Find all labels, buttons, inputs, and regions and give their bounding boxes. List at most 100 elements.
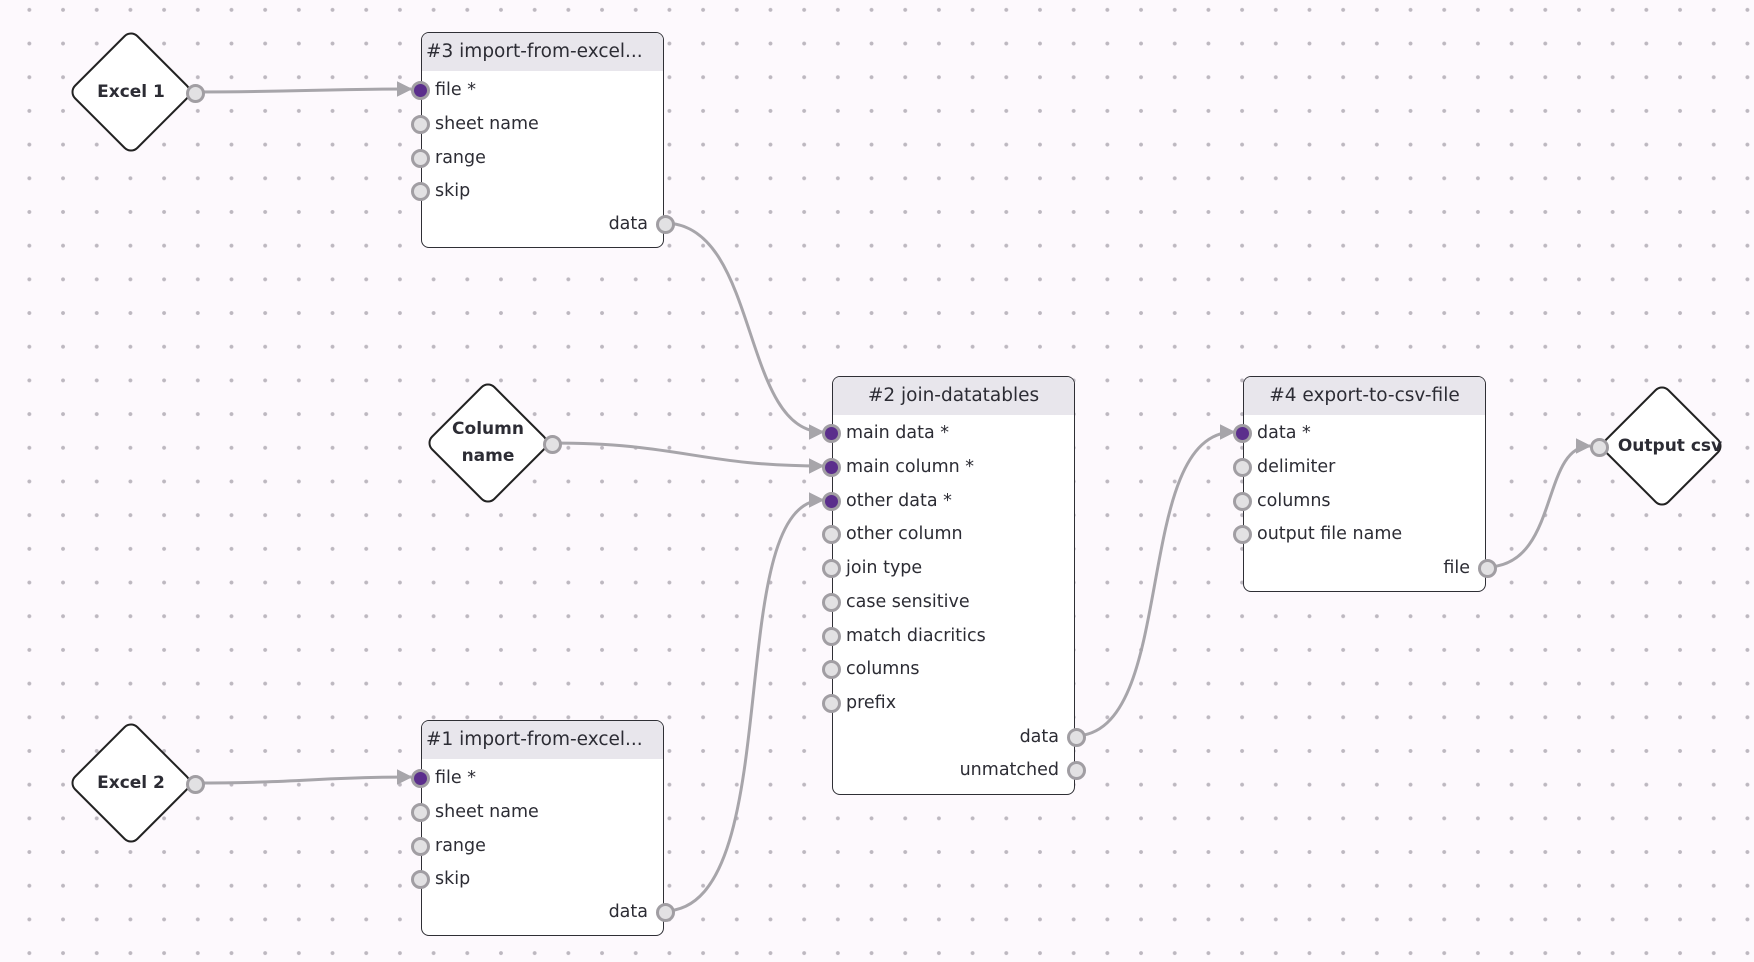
output-label: data (608, 214, 648, 234)
output-label: unmatched (959, 760, 1059, 780)
input-port[interactable] (411, 114, 430, 134)
output-port[interactable] (186, 775, 205, 794)
input-label: sheet name (435, 802, 539, 822)
input-label: skip (435, 181, 471, 201)
output-port[interactable] (1478, 558, 1497, 578)
output-label: data (608, 902, 648, 922)
input-node-column-name[interactable]: Column name (424, 379, 562, 507)
input-row-case-sensitive[interactable]: case sensitive (822, 587, 1074, 617)
node-title: #1 import-from-excel... (422, 721, 663, 759)
input-port[interactable] (411, 802, 430, 822)
input-row-match-diacritics[interactable]: match diacritics (822, 621, 1074, 651)
input-node-excel-1[interactable]: Excel 1 (67, 28, 205, 156)
input-label: columns (846, 659, 920, 679)
input-port[interactable] (1233, 491, 1252, 511)
input-row-sheet-name[interactable]: sheet name (411, 109, 663, 139)
input-label: range (435, 148, 486, 168)
input-port[interactable] (411, 80, 430, 100)
input-label: data * (1257, 423, 1311, 443)
input-port[interactable] (1590, 438, 1609, 457)
wire-n1-data-to-n2-otherdata[interactable] (663, 492, 825, 913)
input-port[interactable] (822, 659, 841, 679)
input-port[interactable] (822, 423, 841, 443)
input-label: main data * (846, 423, 950, 443)
input-row-file[interactable]: file * (411, 763, 663, 793)
input-label: sheet name (435, 114, 539, 134)
input-row-range[interactable]: range (411, 831, 663, 861)
input-row-main-column[interactable]: main column * (822, 452, 1074, 482)
node-export-to-csv-file-4[interactable]: #4 export-to-csv-file data * delimiter c… (1233, 376, 1497, 592)
input-label: case sensitive (846, 592, 970, 612)
input-port[interactable] (411, 181, 430, 201)
input-label: Column name (452, 419, 524, 466)
input-port[interactable] (822, 558, 841, 578)
output-row-file[interactable]: file (1244, 553, 1497, 583)
input-row-join-type[interactable]: join type (822, 553, 1074, 583)
input-port[interactable] (411, 869, 430, 889)
input-label: main column * (846, 457, 975, 477)
output-port[interactable] (186, 84, 205, 103)
input-label: prefix (846, 693, 897, 713)
input-row-output-file-name[interactable]: output file name (1233, 519, 1485, 549)
input-row-file[interactable]: file * (411, 75, 663, 105)
output-label: file (1443, 558, 1470, 578)
input-row-sheet-name[interactable]: sheet name (411, 797, 663, 827)
output-port[interactable] (656, 214, 675, 234)
wire-colname-to-n2-maincolumn[interactable] (551, 441, 825, 474)
input-label: match diacritics (846, 626, 986, 646)
output-port[interactable] (1067, 727, 1086, 747)
input-port[interactable] (822, 491, 841, 511)
input-label: output file name (1257, 524, 1403, 544)
input-node-excel-2[interactable]: Excel 2 (67, 719, 205, 847)
input-row-main-data[interactable]: main data * (822, 418, 1074, 448)
input-label: range (435, 836, 486, 856)
wire-excel1-to-n3-file[interactable] (193, 81, 413, 97)
input-label: delimiter (1257, 457, 1336, 477)
input-row-columns[interactable]: columns (1233, 486, 1485, 516)
output-port[interactable] (1067, 760, 1086, 780)
input-port[interactable] (1233, 423, 1252, 443)
input-label: skip (435, 869, 471, 889)
node-join-datatables-2[interactable]: #2 join-datatables main data * main colu… (822, 376, 1086, 795)
wire-excel2-to-n1-file[interactable] (193, 769, 413, 785)
input-row-other-column[interactable]: other column (822, 519, 1074, 549)
input-row-skip[interactable]: skip (411, 864, 663, 894)
input-row-skip[interactable]: skip (411, 176, 663, 206)
input-port[interactable] (822, 457, 841, 477)
wire-n2-data-to-n4-data[interactable] (1073, 424, 1236, 738)
node-title: #2 join-datatables (833, 377, 1074, 415)
input-port[interactable] (1233, 524, 1252, 544)
input-label: Excel 2 (97, 772, 165, 793)
output-row-unmatched[interactable]: unmatched (833, 755, 1086, 785)
output-port[interactable] (656, 902, 675, 922)
output-label: data (1019, 727, 1059, 747)
input-port[interactable] (411, 768, 430, 788)
output-row-data[interactable]: data (422, 209, 675, 239)
input-label: Excel 1 (97, 81, 165, 102)
input-row-columns[interactable]: columns (822, 654, 1074, 684)
node-import-from-excel-1[interactable]: #1 import-from-excel... file * sheet nam… (411, 720, 675, 936)
node-title: #3 import-from-excel... (422, 33, 663, 71)
input-label: file * (435, 80, 476, 100)
wire-n4-file-to-outcsv[interactable] (1485, 438, 1592, 569)
output-row-data[interactable]: data (422, 897, 675, 927)
input-row-prefix[interactable]: prefix (822, 688, 1074, 718)
input-label: file * (435, 768, 476, 788)
input-row-data[interactable]: data * (1233, 418, 1485, 448)
input-row-other-data[interactable]: other data * (822, 486, 1074, 516)
node-import-from-excel-3[interactable]: #3 import-from-excel... file * sheet nam… (411, 32, 675, 248)
output-row-data[interactable]: data (833, 722, 1086, 752)
output-node-output-csv[interactable]: Output csv (1590, 382, 1726, 510)
input-port[interactable] (822, 524, 841, 544)
input-port[interactable] (1233, 457, 1252, 477)
output-port[interactable] (543, 435, 562, 454)
input-port[interactable] (822, 693, 841, 713)
node-title: #4 export-to-csv-file (1244, 377, 1485, 415)
wire-n3-data-to-n2-maindata[interactable] (663, 221, 825, 440)
input-port[interactable] (822, 626, 841, 646)
input-row-range[interactable]: range (411, 143, 663, 173)
input-row-delimiter[interactable]: delimiter (1233, 452, 1485, 482)
input-port[interactable] (822, 592, 841, 612)
input-port[interactable] (411, 148, 430, 168)
input-port[interactable] (411, 836, 430, 856)
